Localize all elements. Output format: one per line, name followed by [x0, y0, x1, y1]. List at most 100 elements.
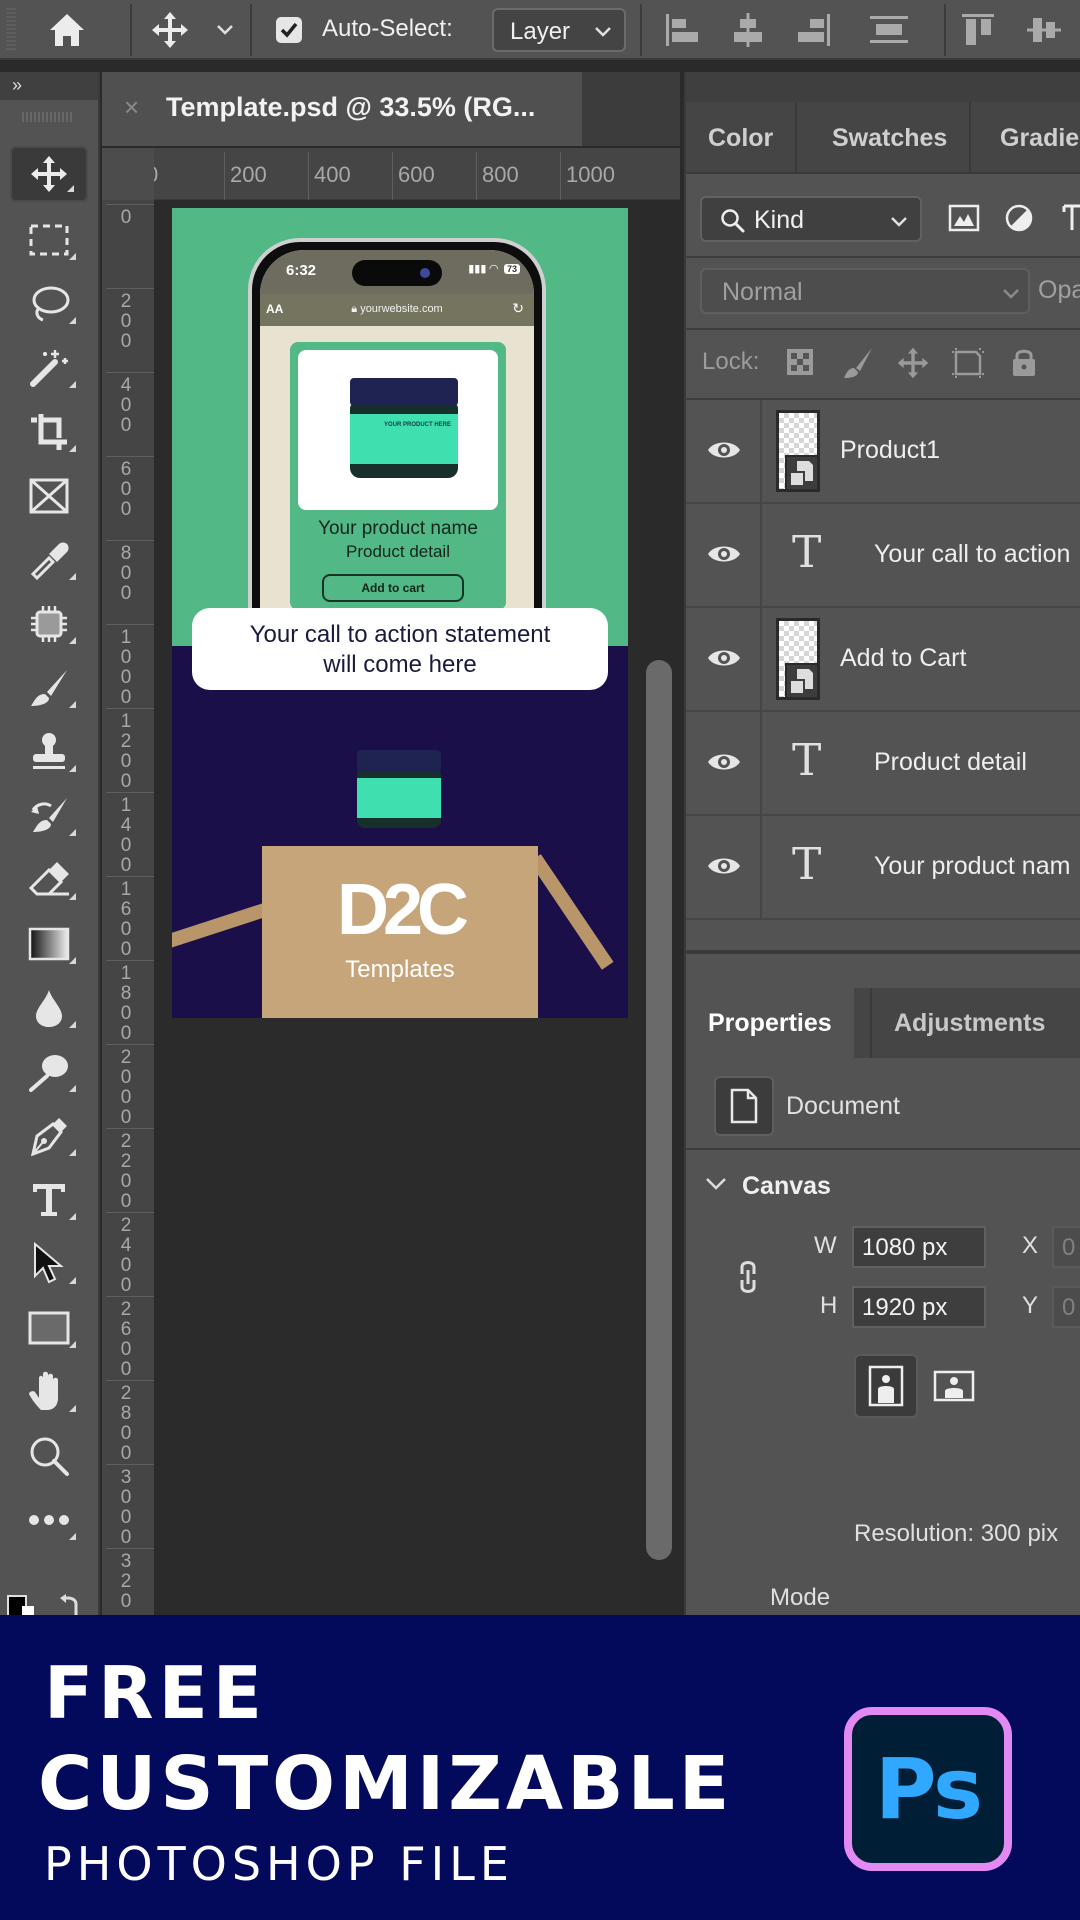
marquee-icon — [29, 224, 69, 256]
tool-lasso[interactable] — [10, 276, 88, 332]
lock-artboard-icon[interactable] — [950, 346, 986, 380]
align-top-icon[interactable] — [960, 12, 996, 48]
document-tab-bar: × Template.psd @ 33.5% (RG... — [102, 72, 680, 146]
tool-eraser[interactable] — [10, 852, 88, 908]
text-layer-icon: T — [792, 735, 822, 786]
tool-pen[interactable] — [10, 1108, 88, 1164]
canvas-section-title[interactable]: Canvas — [742, 1172, 831, 1201]
tool-type[interactable] — [10, 1172, 88, 1228]
canvas-section-chevron-icon[interactable] — [704, 1176, 728, 1192]
vertical-ruler[interactable]: 0 2 0 0 4 0 0 6 0 0 8 0 0 1 0 0 0 1 2 0 0 1 4 0… — [102, 200, 154, 1617]
height-input[interactable]: 1920 px — [852, 1286, 986, 1328]
align-vertical-center-icon[interactable] — [1026, 12, 1062, 48]
opacity-label: Opa — [1038, 276, 1080, 304]
tool-frame[interactable] — [10, 468, 88, 524]
layer-visibility-toggle[interactable] — [686, 608, 762, 710]
eye-icon — [708, 546, 740, 562]
landscape-orientation-button[interactable] — [930, 1362, 978, 1410]
horizontal-ruler[interactable]: 02004006008001000 — [102, 148, 680, 200]
tool-magic-wand[interactable] — [10, 340, 88, 396]
x-input[interactable]: 0 — [1052, 1226, 1080, 1268]
auto-select-checkbox[interactable] — [276, 17, 302, 43]
document-tab[interactable]: × Template.psd @ 33.5% (RG... — [102, 72, 582, 146]
add-to-cart-button: Add to cart — [322, 574, 464, 602]
lasso-icon — [32, 286, 70, 322]
lock-transparent-pixels-icon[interactable] — [786, 348, 814, 376]
ruler-v-label: 1 4 0 0 — [120, 795, 132, 876]
tool-rectangle[interactable] — [10, 1300, 88, 1356]
tool-brush[interactable] — [10, 660, 88, 716]
layer-visibility-toggle[interactable] — [686, 712, 762, 814]
move-icon[interactable] — [150, 10, 190, 50]
tool-gradient[interactable] — [10, 916, 88, 972]
y-input[interactable]: 0 — [1052, 1286, 1080, 1328]
layer-thumbnail — [776, 410, 820, 492]
ruler-major-tick — [106, 1128, 154, 1129]
move-tool-icon — [31, 156, 67, 192]
ruler-v-label: 1 2 0 0 — [120, 711, 132, 792]
phone-address-bar: AA 🔒︎ yourwebsite.com ↻ — [260, 294, 534, 326]
layer-row[interactable]: T Your call to action — [686, 504, 1080, 608]
text-layer-icon: T — [792, 839, 822, 890]
lock-position-icon[interactable] — [896, 346, 930, 380]
width-input[interactable]: 1080 px — [852, 1226, 986, 1268]
filter-pixel-layers-icon[interactable] — [948, 204, 980, 232]
tool-blur[interactable] — [10, 980, 88, 1036]
artboard[interactable]: 6:32 ▮▮▮ ◠ 73 AA 🔒︎ yourwebsite.com ↻ YO… — [172, 208, 628, 1018]
hand-icon — [29, 1371, 58, 1410]
gradient-icon — [28, 927, 70, 961]
layer-row[interactable]: Add to Cart — [686, 608, 1080, 712]
tool-zoom[interactable] — [10, 1428, 88, 1484]
tool-rectangular-marquee[interactable] — [10, 212, 88, 268]
toolbar-grip[interactable] — [22, 112, 72, 122]
lock-image-pixels-icon[interactable] — [842, 346, 874, 380]
tab-color[interactable]: Color — [686, 102, 798, 174]
layer-visibility-toggle[interactable] — [686, 504, 762, 606]
blend-mode-value: Normal — [722, 278, 803, 306]
layer-row[interactable]: T Product detail — [686, 712, 1080, 816]
tab-properties[interactable]: Properties — [686, 988, 854, 1058]
ruler-origin[interactable] — [102, 148, 154, 200]
ruler-v-label: 4 0 0 — [120, 375, 132, 436]
tool-crop[interactable] — [10, 404, 88, 460]
ruler-major-tick — [106, 372, 154, 373]
document-type-icon-box — [714, 1076, 774, 1136]
portrait-orientation-button[interactable] — [854, 1354, 918, 1418]
tab-adjustments[interactable]: Adjustments — [870, 988, 1067, 1058]
tool-history-brush[interactable] — [10, 788, 88, 844]
width-label: W — [814, 1232, 837, 1259]
align-right-icon[interactable] — [796, 12, 832, 48]
layer-visibility-toggle[interactable] — [686, 400, 762, 502]
close-document-icon[interactable]: × — [124, 92, 139, 123]
collapse-toolbar-button[interactable]: » — [0, 72, 98, 100]
layer-filter-kind-dropdown[interactable]: Kind — [700, 196, 922, 242]
layer-visibility-toggle[interactable] — [686, 816, 762, 918]
distribute-vertical-icon[interactable] — [868, 12, 910, 48]
tool-more[interactable] — [10, 1492, 88, 1548]
tool-dodge[interactable] — [10, 1044, 88, 1100]
filter-adjustment-layers-icon[interactable] — [1004, 203, 1034, 233]
more-tools-icon — [29, 1515, 69, 1525]
layer-row[interactable]: T Your product nam — [686, 816, 1080, 920]
tool-move[interactable] — [10, 146, 88, 202]
align-horizontal-center-icon[interactable] — [730, 12, 766, 48]
options-bar-grip[interactable] — [6, 8, 16, 52]
chevron-down-icon[interactable] — [216, 24, 234, 36]
layer-name: Product detail — [874, 748, 1027, 776]
layer-row[interactable]: Product1 — [686, 400, 1080, 504]
lock-all-icon[interactable] — [1010, 346, 1038, 378]
tool-object-selection[interactable] — [10, 596, 88, 652]
link-dimensions-icon[interactable] — [736, 1258, 760, 1296]
blend-mode-dropdown[interactable]: Normal — [700, 268, 1030, 314]
auto-select-target-dropdown[interactable]: Layer — [492, 8, 626, 52]
tab-gradients[interactable]: Gradie — [978, 102, 1080, 174]
tool-path-selection[interactable] — [10, 1236, 88, 1292]
filter-type-layers-icon[interactable] — [1062, 204, 1080, 232]
align-left-icon[interactable] — [664, 12, 700, 48]
tool-eyedropper[interactable] — [10, 532, 88, 588]
tool-clone-stamp[interactable] — [10, 724, 88, 780]
tool-hand[interactable] — [10, 1364, 88, 1420]
canvas-vertical-scrollbar[interactable] — [646, 660, 672, 1560]
tab-swatches[interactable]: Swatches — [810, 102, 972, 174]
home-icon[interactable] — [48, 12, 86, 48]
